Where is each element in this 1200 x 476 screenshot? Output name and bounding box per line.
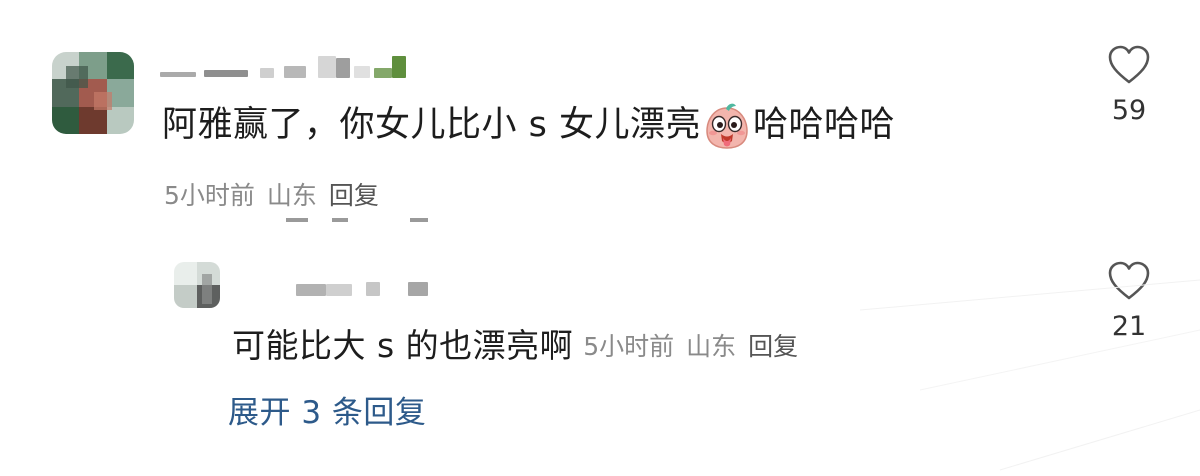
avatar[interactable]: [52, 52, 134, 134]
comment-text-laugh: 哈哈哈哈: [753, 105, 896, 145]
reply-text: 可能比大 s 的也漂亮啊 5小时前 山东 回复: [232, 322, 798, 371]
reply-like-button[interactable]: 21: [1094, 260, 1164, 344]
username-blurred[interactable]: [160, 54, 420, 80]
comment-time: 5小时前: [164, 181, 255, 210]
comment-meta: 5小时前 山东 回复: [164, 178, 379, 214]
reply-reply-button[interactable]: 回复: [748, 332, 798, 361]
drooling-face-emoji: [702, 100, 752, 150]
reply-button[interactable]: 回复: [329, 181, 379, 210]
blurred-strip: [286, 218, 436, 224]
reply-avatar[interactable]: [174, 262, 220, 308]
reply-username-blurred[interactable]: [296, 276, 446, 302]
like-button[interactable]: 59: [1094, 44, 1164, 128]
reply-text-main: 可能比大 s 的也漂亮啊: [232, 326, 574, 365]
heart-icon: [1108, 261, 1150, 300]
comment-location: 山东: [266, 181, 317, 210]
like-count: 59: [1111, 95, 1147, 126]
reply-time: 5小时前: [583, 332, 675, 361]
reply-location: 山东: [686, 332, 737, 361]
expand-replies-link[interactable]: 展开 3 条回复: [228, 390, 426, 436]
comment-text-main: 阿雅赢了，你女儿比小 s 女儿漂亮: [162, 105, 701, 145]
reply-like-count: 21: [1111, 311, 1147, 342]
reply-meta: 5小时前 山东 回复: [583, 332, 798, 361]
comment-text: 阿雅赢了，你女儿比小 s 女儿漂亮 哈哈哈哈: [162, 100, 895, 150]
heart-icon: [1108, 45, 1150, 84]
